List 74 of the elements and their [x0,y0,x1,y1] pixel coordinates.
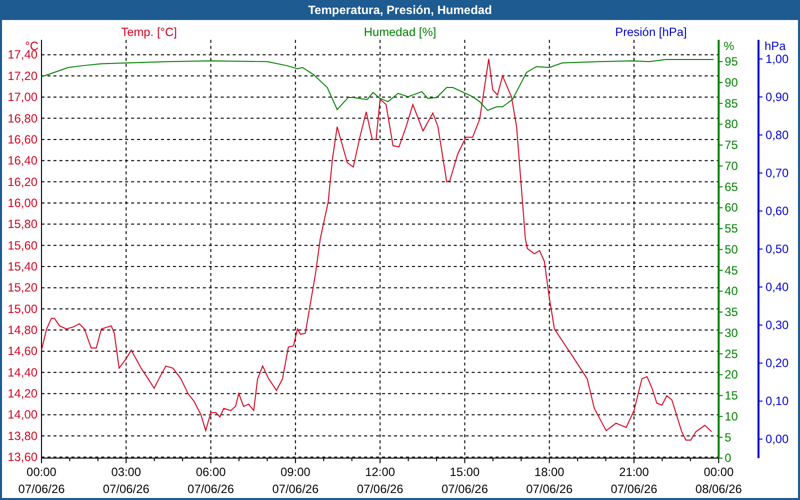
y-tick-label: 0,70 [765,166,789,180]
y-tick-label: 14,60 [8,344,38,358]
y-tick-label: 1,00 [765,52,789,66]
y-tick-label: 16,60 [8,132,38,146]
axis-unit: hPa [764,38,786,53]
y-tick-label: 25 [724,346,738,361]
y-tick-label: 14,40 [8,365,38,380]
y-tick-label: 17,00 [8,90,38,104]
x-tick-date: 08/06/26 [695,482,742,496]
y-tick-label: 15,20 [8,280,38,295]
x-tick-label: 21:00 [619,465,649,480]
x-tick-date: 07/06/26 [188,482,234,496]
y-tick-label: 0,80 [765,128,789,142]
y-tick-label: 15,00 [8,302,38,316]
y-tick-label: 80 [724,117,738,132]
y-tick-label: 13,80 [8,428,38,443]
y-tick-label: 95 [724,54,738,69]
x-tick-date: 07/06/26 [526,482,573,496]
window-title: Temperatura, Presión, Humedad [0,0,800,20]
y-tick-label: 30 [724,326,738,340]
x-tick-date: 07/06/26 [18,482,65,496]
y-tick-label: 75 [724,138,738,152]
y-tick-label: 16,80 [8,111,38,126]
x-tick-date: 07/06/26 [442,482,488,496]
y-tick-label: 55 [724,222,738,236]
y-tick-label: 10 [724,409,738,424]
y-tick-label: 0,00 [765,432,789,446]
y-tick-label: 0,50 [765,242,789,256]
y-tick-label: 16,20 [8,174,38,189]
y-tick-label: 0,40 [765,280,789,294]
y-tick-label: 45 [724,263,738,278]
x-tick-date: 07/06/26 [272,482,319,496]
series-title: Humedad [%] [364,24,436,39]
y-tick-label: 0,30 [765,318,789,332]
x-tick-label: 12:00 [365,465,396,480]
y-tick-label: 15 [724,388,738,403]
y-tick-label: 40 [724,284,738,298]
y-tick-label: 14,00 [8,408,38,422]
y-tick-label: 0,90 [765,90,789,104]
y-tick-label: 60 [724,200,738,215]
y-tick-label: 16,40 [8,154,38,168]
series-title: Temp. [°C] [121,24,177,39]
x-tick-date: 07/06/26 [102,482,150,496]
y-tick-label: 90 [724,75,738,90]
y-tick-label: 16,00 [8,196,38,210]
x-tick-label: 00:00 [704,465,734,480]
y-tick-label: 50 [724,242,738,256]
x-tick-date: 07/06/26 [610,482,658,496]
y-tick-label: 14,80 [8,323,38,338]
x-tick-label: 15:00 [450,465,480,480]
y-tick-label: 0,10 [765,394,789,408]
axis-unit: % [724,38,734,53]
y-tick-label: 20 [724,368,738,382]
y-tick-label: 0 [724,451,732,466]
y-tick-label: 35 [724,305,738,320]
y-tick-label: 15,80 [8,217,38,232]
y-tick-label: 17,20 [8,68,38,83]
x-tick-label: 00:00 [26,465,56,480]
y-tick-label: 5 [724,430,732,444]
x-tick-label: 03:00 [111,465,142,480]
y-tick-label: 14,20 [8,386,38,401]
x-tick-label: 09:00 [280,465,310,480]
x-tick-label: 18:00 [534,465,564,480]
y-tick-label: 13,60 [8,450,38,464]
series-title: Presión [hPa] [615,24,687,39]
y-tick-label: 65 [724,180,738,194]
y-tick-label: 15,60 [8,238,38,252]
y-tick-label: 0,60 [765,204,789,218]
y-tick-label: 0,20 [765,356,789,370]
y-tick-label: 15,40 [8,260,38,274]
x-tick-date: 07/06/26 [356,482,404,496]
y-tick-label: 70 [724,158,738,173]
y-tick-label: 85 [724,96,738,110]
x-tick-label: 06:00 [196,465,226,480]
